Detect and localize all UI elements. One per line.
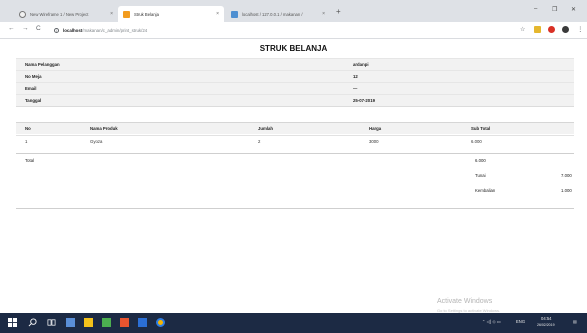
column-header: Jumlah xyxy=(258,126,274,131)
tab-close-icon[interactable]: × xyxy=(110,11,113,17)
tab-title: localhost / 127.0.0.1 / makanan / xyxy=(242,11,303,17)
tab-close-icon[interactable]: × xyxy=(322,11,325,17)
word-icon[interactable] xyxy=(138,318,147,327)
table-header: No Nama Produk Jumlah Harga Sub Total xyxy=(16,122,574,134)
bookmark-star-icon[interactable]: ☆ xyxy=(520,26,525,33)
extension-icon[interactable] xyxy=(548,26,555,33)
column-header: Sub Total xyxy=(471,126,491,131)
tab-close-icon[interactable]: × xyxy=(216,11,219,17)
info-icon[interactable]: i xyxy=(54,28,59,33)
app-icon[interactable] xyxy=(120,318,129,327)
windows-start-icon[interactable] xyxy=(8,318,17,327)
tunai-value: 7.000 xyxy=(561,173,572,178)
reload-button[interactable]: C xyxy=(36,25,41,32)
tab-struk-belanja[interactable]: Struk Belanja × xyxy=(118,6,224,22)
clock-date[interactable]: 26/02/2019 xyxy=(537,323,555,327)
info-value: 12 xyxy=(353,74,358,79)
favicon-icon xyxy=(231,10,238,18)
divider xyxy=(16,106,574,107)
info-row: Email — xyxy=(16,82,574,94)
app-icon[interactable] xyxy=(66,318,75,327)
info-label: No Meja xyxy=(25,74,42,79)
taskbar: ⌃ ◁) ◇ ▭ ENG 04:54 26/02/2019 ▤ xyxy=(0,313,587,333)
info-row: No Meja 12 xyxy=(16,70,574,82)
info-label: Tanggal xyxy=(25,98,42,103)
clock-time[interactable]: 04:54 xyxy=(541,316,551,321)
tab-title: New Wireframe 1 / New Project xyxy=(30,11,89,17)
cell-subtotal: 6.000 xyxy=(471,138,482,144)
address-bar[interactable]: i localhost /makanan/c_admin/print_struk… xyxy=(54,25,516,36)
activation-watermark-title: Activate Windows xyxy=(437,298,493,305)
page-content: STRUK BELANJA Nama Pelanggan ardanpi No … xyxy=(0,40,587,312)
language-indicator[interactable]: ENG xyxy=(516,319,525,324)
browser-toolbar: ← → C i localhost /makanan/c_admin/print… xyxy=(0,22,587,39)
extension-icon[interactable] xyxy=(534,26,541,33)
info-row: Tanggal 25-07-2019 xyxy=(16,94,574,106)
maximize-button[interactable]: ❐ xyxy=(552,6,557,13)
new-tab-button[interactable]: + xyxy=(336,7,341,16)
table-row: 1 Gyoza 2 3000 6.000 xyxy=(16,135,574,146)
tray-icons[interactable]: ⌃ ◁) ◇ ▭ xyxy=(482,319,501,324)
favicon-icon xyxy=(123,10,130,18)
search-icon[interactable] xyxy=(28,318,37,327)
back-button[interactable]: ← xyxy=(8,25,15,32)
cell-jumlah: 2 xyxy=(258,138,261,144)
info-row: Nama Pelanggan ardanpi xyxy=(16,58,574,70)
task-view-icon[interactable] xyxy=(47,318,56,327)
minimize-button[interactable]: – xyxy=(534,6,537,12)
info-value: 25-07-2019 xyxy=(353,98,375,103)
tab-new-wireframe[interactable]: New Wireframe 1 / New Project × xyxy=(14,6,118,22)
cell-harga: 3000 xyxy=(369,138,379,144)
address-path: /makanan/c_admin/print_struk/24 xyxy=(82,28,148,33)
tunai-label: Tunai xyxy=(475,173,486,178)
cell-no: 1 xyxy=(25,138,28,144)
profile-avatar[interactable] xyxy=(562,26,569,33)
column-header: Nama Produk xyxy=(90,126,118,131)
forward-button[interactable]: → xyxy=(22,25,29,32)
chrome-icon[interactable] xyxy=(156,318,165,327)
cell-produk: Gyoza xyxy=(90,138,103,144)
address-host: localhost xyxy=(63,28,83,33)
info-value: ardanpi xyxy=(353,62,369,67)
tab-phpmyadmin[interactable]: localhost / 127.0.0.1 / makanan / × xyxy=(226,6,330,22)
app-icon[interactable] xyxy=(102,318,111,327)
totals-section: Total 6.000 Tunai 7.000 Kembalian 1.000 xyxy=(16,153,574,209)
kembalian-value: 1.000 xyxy=(561,188,572,193)
column-header: Harga xyxy=(369,126,382,131)
globe-icon xyxy=(19,10,26,18)
close-window-button[interactable]: ✕ xyxy=(571,6,576,13)
info-value: — xyxy=(353,86,358,91)
total-value: 6.000 xyxy=(475,158,486,163)
column-header: No xyxy=(25,126,31,131)
menu-kebab-icon[interactable]: ⋮ xyxy=(577,25,584,33)
kembalian-label: Kembalian xyxy=(475,188,496,193)
tab-title: Struk Belanja xyxy=(134,11,159,17)
info-label: Nama Pelanggan xyxy=(25,62,60,67)
page-title: STRUK BELANJA xyxy=(259,44,328,53)
notification-icon[interactable]: ▤ xyxy=(573,319,577,324)
total-label: Total xyxy=(25,158,35,163)
browser-tab-strip: New Wireframe 1 / New Project × Struk Be… xyxy=(0,0,587,22)
file-explorer-icon[interactable] xyxy=(84,318,93,327)
info-label: Email xyxy=(25,86,37,91)
